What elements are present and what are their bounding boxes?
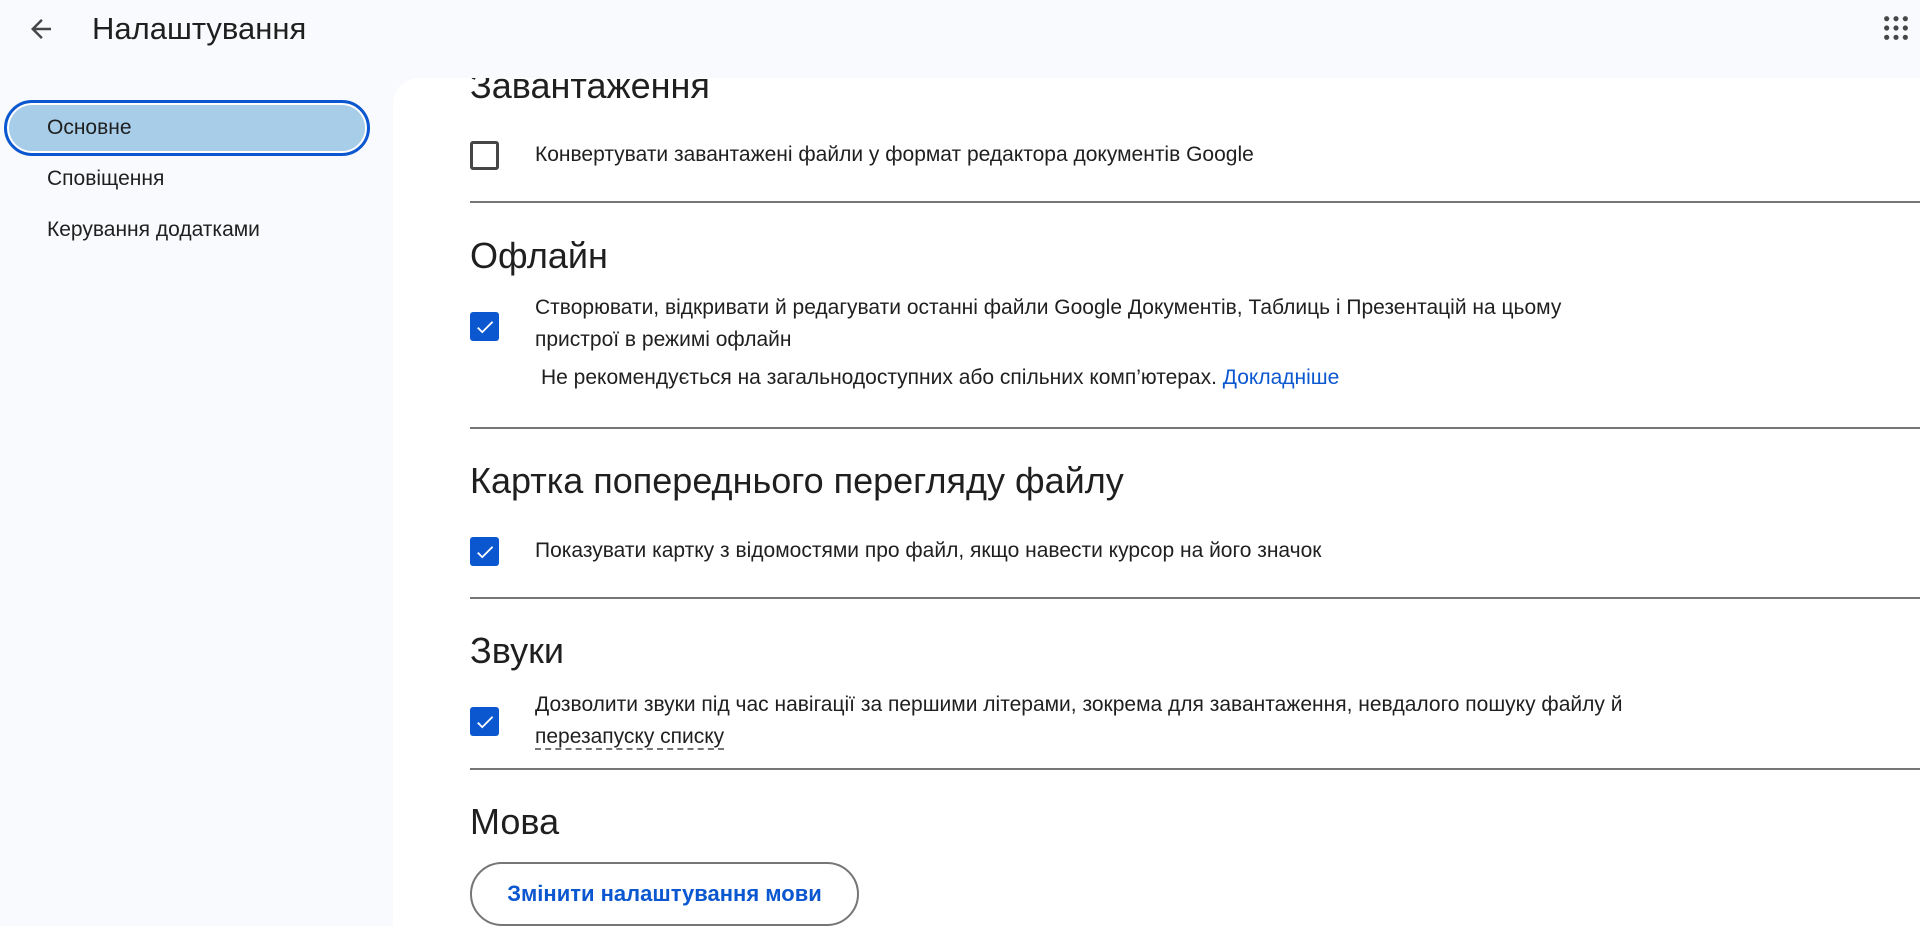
offline-checkbox[interactable] [470, 312, 499, 341]
preview-card-checkbox[interactable] [470, 537, 499, 566]
page-title: Налаштування [92, 11, 307, 46]
sounds-label-line2: перезапуску списку [535, 721, 1705, 753]
preview-card-label: Показувати картку з відомостями про файл… [535, 539, 1322, 562]
top-bar: Налаштування [0, 0, 1920, 78]
divider [470, 597, 1920, 599]
sidebar-item-manage-apps[interactable]: Керування додатками [4, 202, 370, 258]
section-title-uploads: Завантаження [470, 78, 710, 106]
section-title-preview: Картка попереднього перегляду файлу [470, 460, 1124, 501]
back-button[interactable] [20, 8, 62, 50]
convert-uploads-label: Конвертувати завантажені файли у формат … [535, 143, 1254, 166]
divider [470, 768, 1920, 770]
sounds-checkbox[interactable] [470, 707, 499, 736]
sidebar-item-general[interactable]: Основне [4, 100, 370, 156]
arrow-back-icon [31, 19, 51, 39]
apps-button[interactable] [1876, 8, 1916, 48]
checkmark-icon [476, 545, 493, 558]
sounds-label-line1: Дозволити звуки під час навігації за пер… [535, 693, 1623, 716]
section-title-sounds: Звуки [470, 630, 564, 671]
apps-grid-icon [1884, 16, 1908, 40]
learn-more-link[interactable]: Докладніше [1223, 366, 1340, 389]
offline-label-line2: пристрої в режимі офлайн [535, 328, 792, 351]
sounds-label-term: перезапуску списку [535, 725, 725, 750]
checkmark-icon [476, 715, 493, 728]
checkmark-icon [476, 320, 493, 333]
offline-label-line1: Створювати, відкривати й редагувати оста… [535, 296, 1562, 319]
convert-uploads-checkbox[interactable] [470, 141, 499, 170]
section-title-offline: Офлайн [470, 235, 608, 276]
settings-content: Завантаження Конвертувати завантажені фа… [393, 78, 1920, 926]
offline-note-text: Не рекомендується на загальнодоступних а… [541, 366, 1217, 389]
divider [470, 201, 1920, 203]
divider [470, 427, 1920, 429]
change-language-button[interactable]: Змінити налаштування мови [470, 862, 859, 926]
section-title-language: Мова [470, 801, 560, 842]
offline-note: Не рекомендується на загальнодоступних а… [541, 362, 1339, 394]
sidebar-item-notifications[interactable]: Сповіщення [4, 151, 370, 207]
settings-sidebar: Основне Сповіщення Керування додатками [0, 78, 393, 926]
